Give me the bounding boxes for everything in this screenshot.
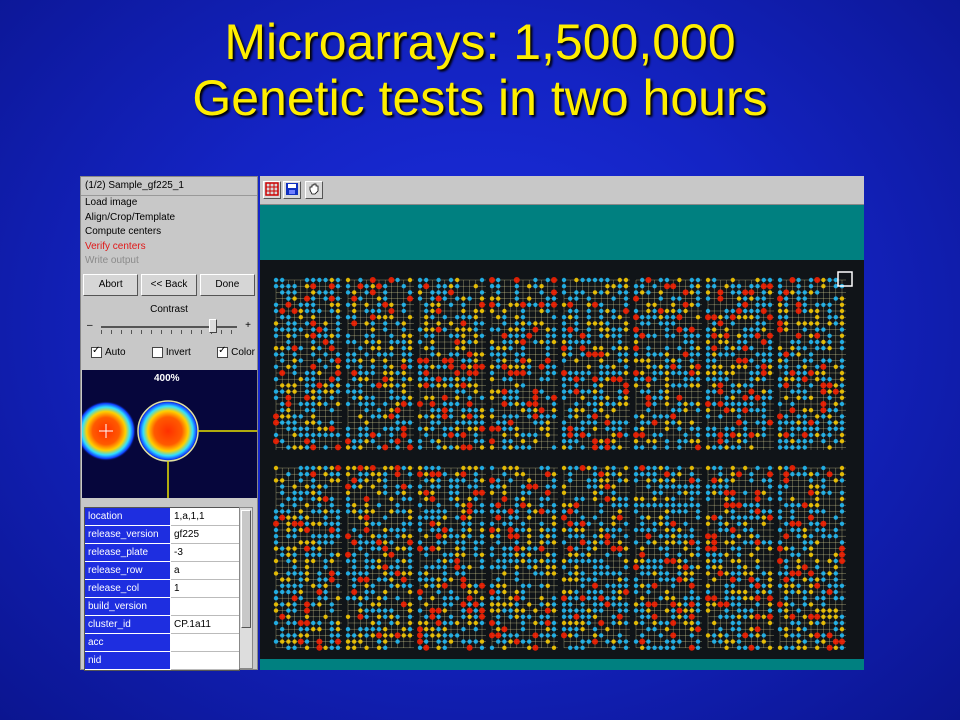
property-key: build_version: [85, 598, 171, 616]
property-value[interactable]: 1,a,1,1: [171, 508, 239, 526]
property-key: release_version: [85, 526, 171, 544]
contrast-slider[interactable]: – +: [87, 317, 251, 337]
zoom-view[interactable]: 400%: [82, 370, 257, 498]
array-block: [777, 277, 846, 450]
color-label: Color: [231, 347, 255, 358]
property-row[interactable]: release_col 1: [85, 580, 239, 598]
property-row[interactable]: release_row a: [85, 562, 239, 580]
grid-icon[interactable]: [263, 181, 281, 199]
step-verify-centers[interactable]: Verify centers: [81, 240, 257, 255]
property-row[interactable]: acc: [85, 634, 239, 652]
step-list: Load image Align/Crop/Template Compute c…: [81, 196, 257, 269]
step-write-output: Write output: [85, 255, 139, 266]
slider-track[interactable]: [101, 326, 237, 328]
scrollbar-thumb[interactable]: [241, 510, 251, 628]
array-block: [633, 277, 702, 451]
property-value[interactable]: CP.1a11: [171, 616, 239, 634]
viewer-toolbar: [260, 176, 864, 205]
save-icon[interactable]: [283, 181, 301, 199]
control-panel: (1/2) Sample_gf225_1 Load image Align/Cr…: [80, 176, 258, 671]
done-button[interactable]: Done: [199, 274, 255, 296]
viewer-top-band: [260, 205, 864, 260]
title-line-2: Genetic tests in two hours: [192, 70, 768, 126]
zoom-label: 400%: [154, 373, 180, 384]
array-block: [273, 277, 342, 451]
property-value[interactable]: [171, 634, 239, 652]
title-line-1: Microarrays: 1,500,000: [224, 14, 736, 70]
auto-label: Auto: [105, 347, 126, 358]
array-block: [345, 465, 414, 650]
array-block: [345, 277, 414, 451]
microarray-image[interactable]: [260, 260, 864, 659]
property-key: location: [85, 508, 171, 526]
action-buttons: Abort << Back Done: [83, 274, 255, 298]
array-block: [489, 277, 558, 450]
property-row[interactable]: build_version: [85, 598, 239, 616]
property-row[interactable]: nid: [85, 652, 239, 670]
slider-ticks: [101, 330, 237, 334]
array-block: [489, 465, 558, 651]
array-block: [705, 465, 774, 651]
color-checkbox[interactable]: Color: [217, 345, 255, 358]
invert-checkbox-box[interactable]: [151, 347, 163, 358]
array-block: [273, 465, 342, 651]
property-value[interactable]: [171, 598, 239, 616]
invert-checkbox[interactable]: Invert: [151, 347, 191, 358]
array-block: [561, 277, 630, 451]
selection-marker[interactable]: [837, 271, 853, 287]
property-row[interactable]: release_plate -3: [85, 544, 239, 562]
property-row[interactable]: cluster_id CP.1a11: [85, 616, 239, 634]
property-value[interactable]: -3: [171, 544, 239, 562]
array-block: [633, 465, 702, 651]
property-value[interactable]: [171, 652, 239, 670]
zoom-spots: 400%: [82, 373, 257, 498]
property-row[interactable]: location 1,a,1,1: [85, 508, 239, 526]
property-value[interactable]: gf225: [171, 526, 239, 544]
plus-label: +: [245, 320, 251, 331]
property-key: release_plate: [85, 544, 171, 562]
array-block: [417, 465, 486, 651]
contrast-label: Contrast: [150, 304, 188, 315]
array-block: [561, 465, 630, 650]
property-value[interactable]: a: [171, 562, 239, 580]
array-block: [417, 277, 486, 451]
back-button[interactable]: << Back: [141, 274, 197, 296]
property-key: release_col: [85, 580, 171, 598]
property-table: location 1,a,1,1 release_version gf225 relea…: [84, 507, 240, 671]
property-key: cluster_id: [85, 616, 171, 634]
slide-title: Microarrays: 1,500,000 Genetic tests in …: [0, 14, 960, 126]
invert-label: Invert: [165, 347, 191, 358]
abort-button[interactable]: Abort: [83, 274, 139, 296]
array-block: [777, 465, 846, 651]
array-block: [705, 277, 774, 450]
property-key: nid: [85, 652, 171, 670]
microarray-grid: [273, 271, 853, 651]
viewer-bottom-band: [260, 659, 864, 670]
step-align-crop[interactable]: Align/Crop/Template: [81, 211, 257, 226]
image-viewer: [260, 176, 864, 670]
property-value[interactable]: 1: [171, 580, 239, 598]
minus-label: –: [87, 320, 93, 331]
color-checkbox-box[interactable]: [217, 345, 229, 358]
property-row[interactable]: release_version gf225: [85, 526, 239, 544]
auto-checkbox[interactable]: Auto: [91, 345, 126, 358]
panel-header: (1/2) Sample_gf225_1: [81, 177, 257, 196]
property-key: release_row: [85, 562, 171, 580]
hand-icon[interactable]: [305, 181, 323, 199]
slider-thumb[interactable]: [208, 319, 217, 333]
auto-checkbox-box[interactable]: [91, 345, 102, 358]
step-load-image[interactable]: Load image: [81, 196, 257, 211]
display-options: Auto Invert Color: [91, 345, 255, 358]
property-key: acc: [85, 634, 171, 652]
property-scrollbar[interactable]: [239, 507, 253, 669]
step-compute-centers[interactable]: Compute centers: [81, 225, 257, 240]
